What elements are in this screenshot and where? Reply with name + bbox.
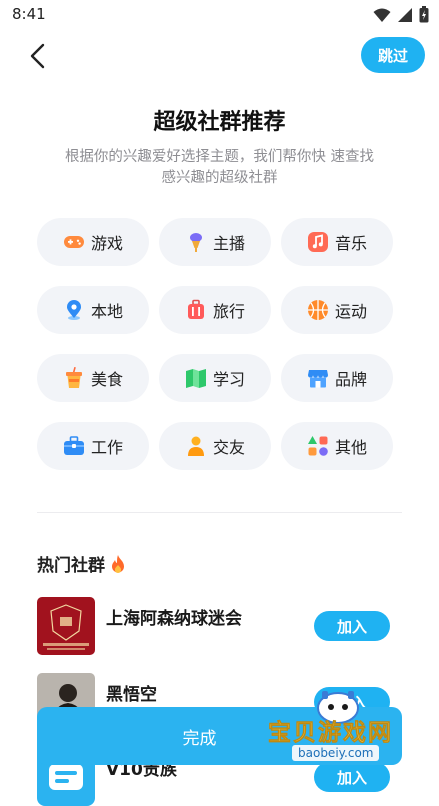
person-icon	[187, 436, 204, 456]
status-time: 8:41	[12, 5, 46, 23]
location-icon	[66, 300, 81, 320]
community-avatar	[37, 597, 95, 655]
topic-label: 美食	[90, 370, 123, 389]
join-button[interactable]: 加入	[314, 611, 390, 641]
topic-chip-work[interactable]: 工作	[37, 422, 149, 470]
topic-chip-social[interactable]: 交友	[159, 422, 271, 470]
watermark: 宝贝游戏网 baobeiy.com	[262, 691, 412, 774]
topic-chip-games[interactable]: 游戏	[37, 218, 149, 266]
topic-label: 工作	[90, 438, 123, 457]
watermark-text: 宝贝游戏网	[268, 720, 393, 747]
skip-button[interactable]: 跳过	[361, 37, 425, 73]
status-bar: 8:41	[0, 0, 439, 32]
shop-icon	[307, 370, 328, 388]
topic-chip-music[interactable]: 音乐	[281, 218, 393, 266]
topic-label: 游戏	[90, 234, 123, 253]
topic-chip-food[interactable]: 美食	[37, 354, 149, 402]
music-icon	[307, 232, 328, 252]
basketball-icon	[307, 300, 328, 320]
gamepad-icon	[63, 236, 84, 248]
topic-chip-streamer[interactable]: 主播	[159, 218, 271, 266]
watermark-url: baobeiy.com	[292, 745, 380, 761]
topic-label: 主播	[212, 234, 245, 253]
chevron-left-icon	[30, 43, 45, 69]
topic-chip-brand[interactable]: 品牌	[281, 354, 393, 402]
section-divider	[37, 512, 402, 513]
fire-icon	[112, 554, 124, 573]
page-title: 超级社群推荐	[153, 110, 286, 135]
microphone-icon	[189, 233, 202, 252]
drink-icon	[65, 367, 82, 388]
community-name: 黑悟空	[106, 685, 157, 705]
topic-chip-sports[interactable]: 运动	[281, 286, 393, 334]
luggage-icon	[187, 299, 204, 319]
topic-label: 本地	[90, 302, 123, 321]
topic-label: 学习	[212, 370, 245, 389]
done-label: 完成	[182, 728, 217, 749]
topic-label: 旅行	[212, 302, 245, 321]
wifi-icon	[373, 8, 391, 22]
hot-title-text: 热门社群	[37, 556, 105, 576]
briefcase-icon	[63, 436, 84, 455]
community-item[interactable]: 上海阿森纳球迷会 加入	[37, 597, 402, 655]
shapes-icon	[307, 436, 328, 456]
status-icons	[373, 6, 429, 23]
page-subtitle: 根据你的兴趣爱好选择主题，我们帮你快 速查找感兴趣的超级社群	[64, 149, 375, 186]
topic-chip-local[interactable]: 本地	[37, 286, 149, 334]
back-button[interactable]	[22, 40, 52, 72]
topic-label: 运动	[334, 302, 367, 321]
hot-section-title: 热门社群	[37, 551, 127, 576]
topic-label: 品牌	[334, 370, 367, 389]
topic-chip-travel[interactable]: 旅行	[159, 286, 271, 334]
community-name: 上海阿森纳球迷会	[106, 609, 242, 629]
book-icon	[185, 369, 206, 388]
topic-label: 其他	[334, 438, 367, 457]
topic-chip-other[interactable]: 其他	[281, 422, 393, 470]
topic-chip-study[interactable]: 学习	[159, 354, 271, 402]
signal-icon	[398, 7, 412, 22]
topic-label: 交友	[212, 438, 245, 457]
topic-grid: 游戏 主播 音乐 本地 旅行 运动 美食 学习 品牌 工作 交友 其他	[37, 218, 393, 470]
topic-label: 音乐	[334, 234, 367, 253]
battery-icon	[419, 6, 429, 23]
